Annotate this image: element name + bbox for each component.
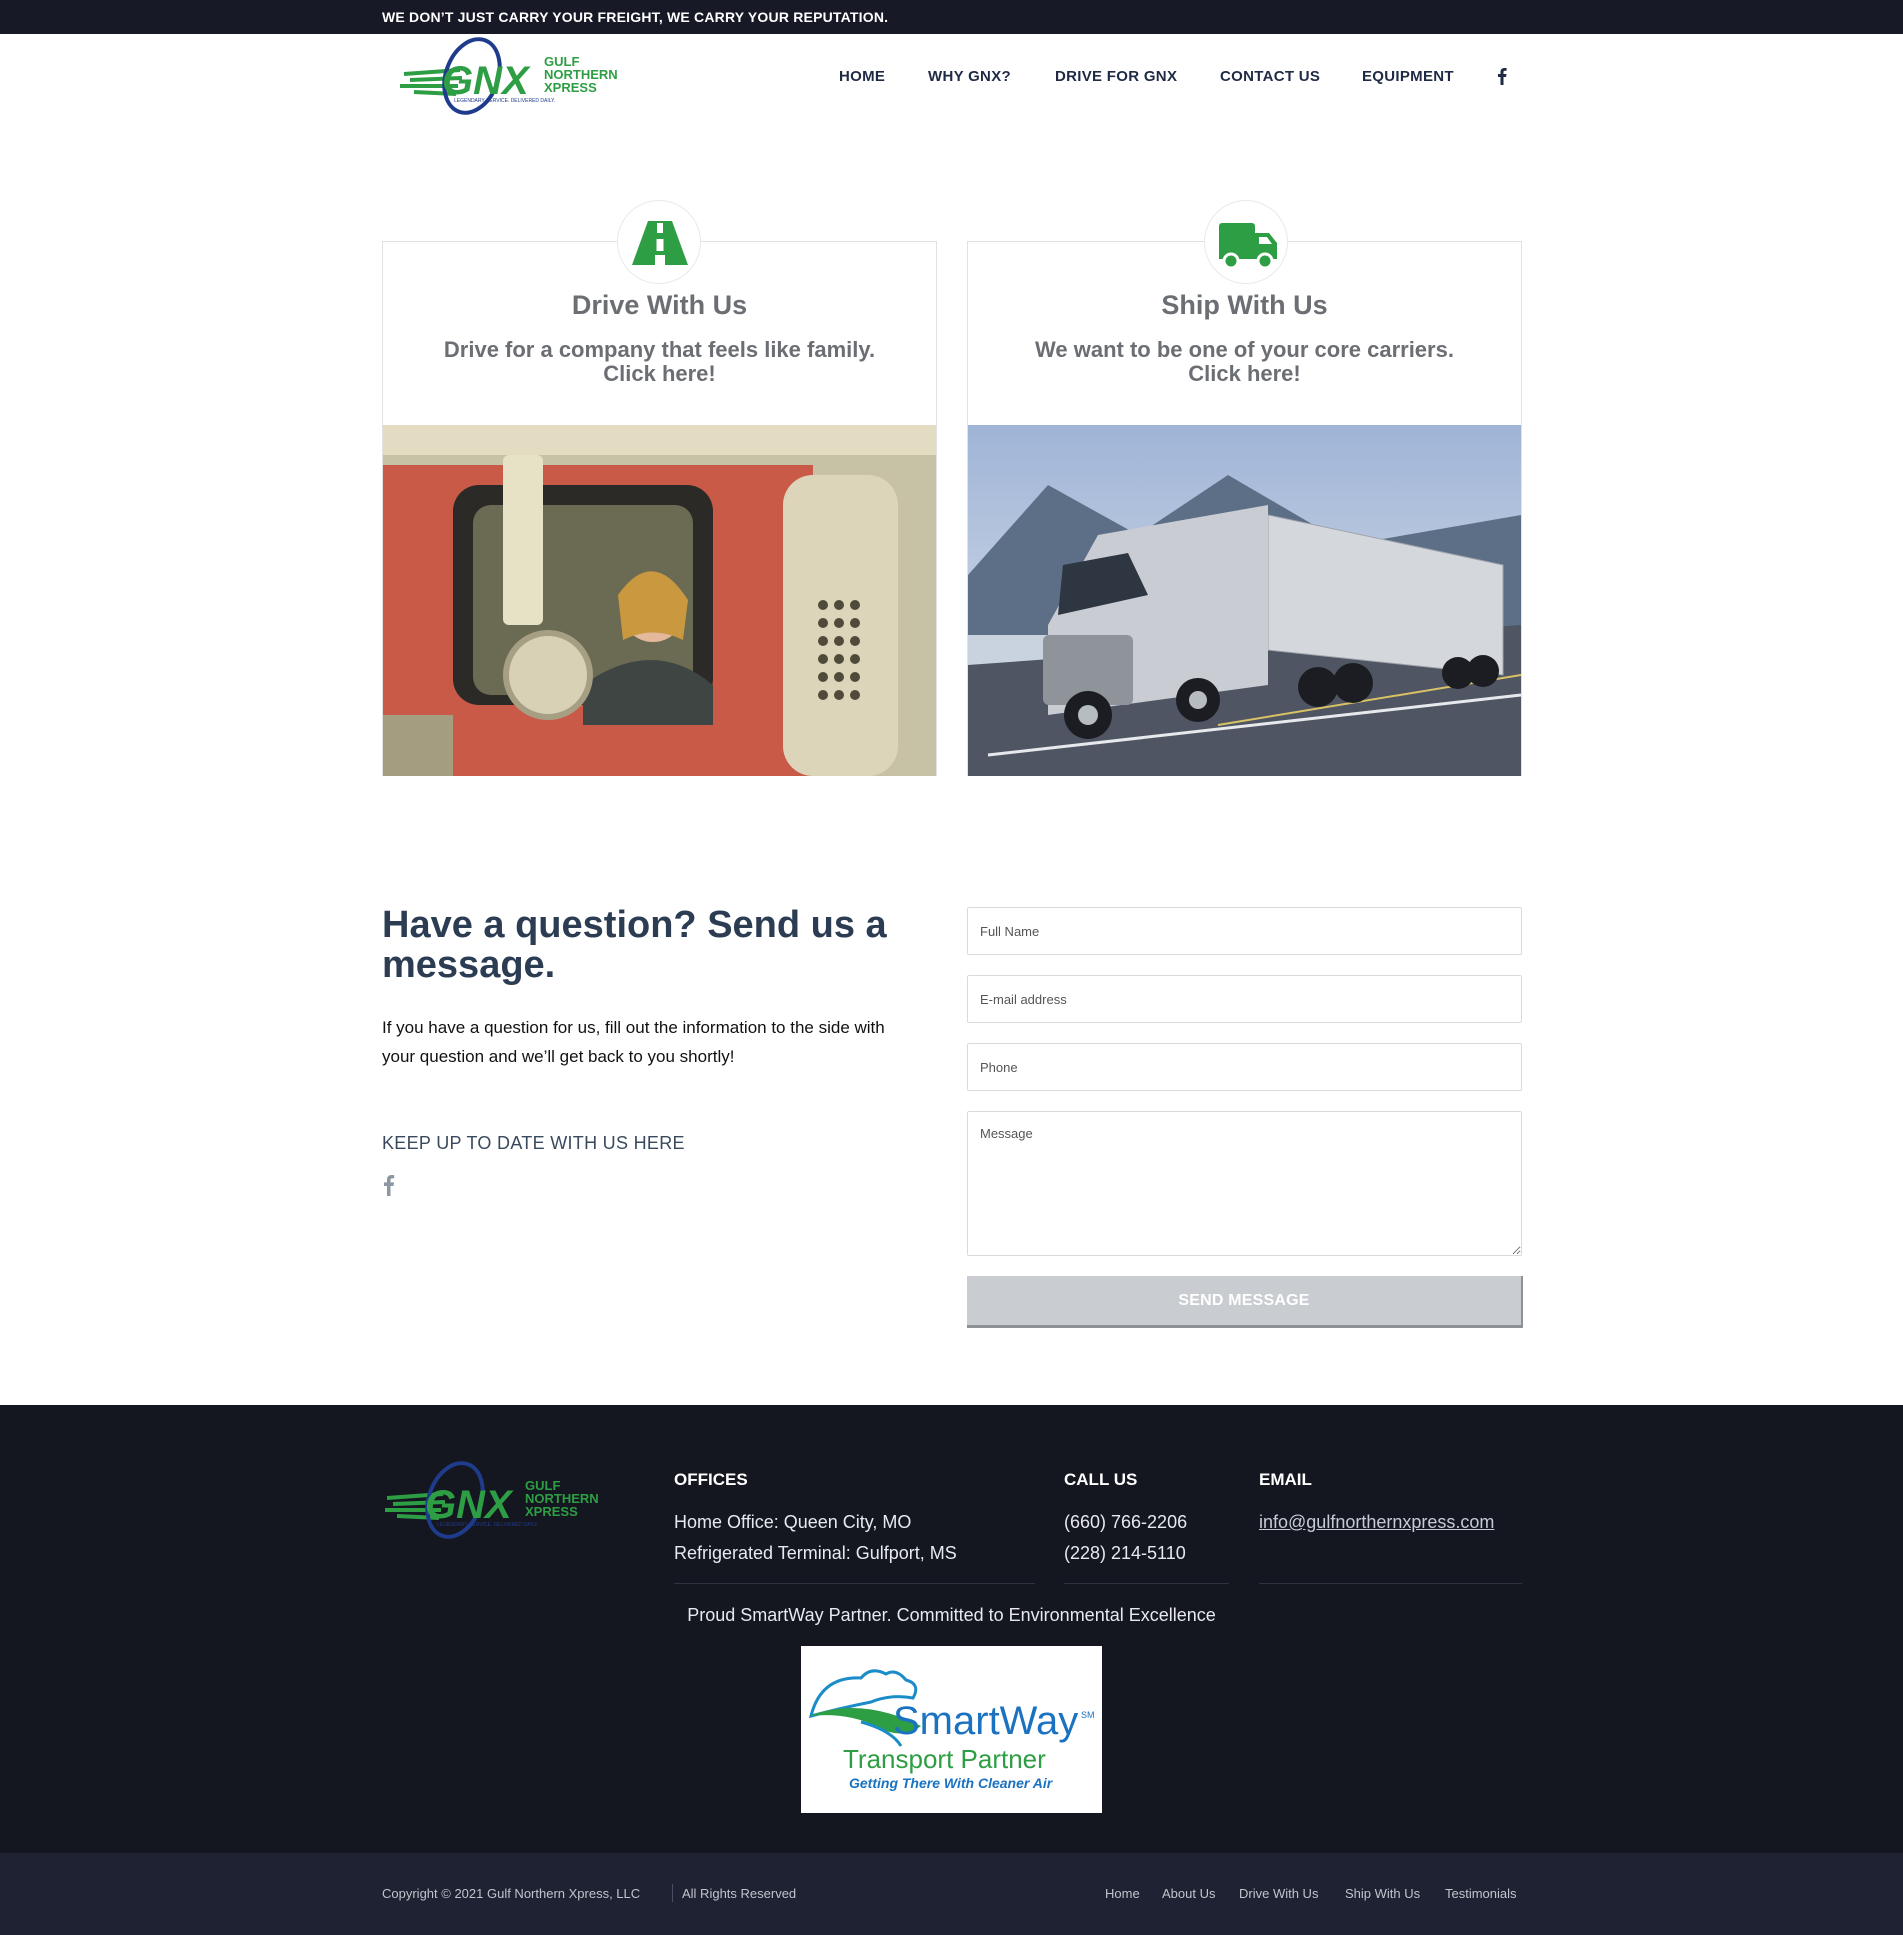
message-field[interactable]: [967, 1111, 1522, 1256]
home-office: Home Office: Queen City, MO: [674, 1512, 912, 1532]
bottom-bar: [0, 1853, 1903, 1935]
phone-field[interactable]: [967, 1043, 1522, 1091]
smartway-tagline: Getting There With Cleaner Air: [849, 1775, 1054, 1791]
contact-heading: Have a question? Send us a message.: [382, 904, 887, 986]
nav-home[interactable]: HOME: [839, 68, 885, 85]
site-logo[interactable]: GNX GULF NORTHERN XPRESS LEGENDARY SERVI…: [400, 36, 622, 116]
footer-link-ship-with-us[interactable]: Ship With Us: [1345, 1886, 1420, 1901]
rights-reserved: All Rights Reserved: [682, 1886, 797, 1901]
nav-equipment[interactable]: EQUIPMENT: [1362, 68, 1454, 85]
smartway-partner: Transport Partner: [843, 1744, 1046, 1774]
logo-gnx: GNX: [425, 1483, 514, 1527]
card-title: Ship With Us: [1161, 290, 1328, 320]
truck-icon: [1204, 200, 1288, 284]
facebook-icon[interactable]: [1496, 67, 1508, 85]
logo-tag: LEGENDARY SERVICE. DELIVERED DAILY.: [454, 98, 555, 104]
call-us-heading: CALL US: [1064, 1470, 1138, 1489]
card-subtitle-line1: Drive for a company that feels like fami…: [443, 337, 876, 362]
divider: [1064, 1583, 1229, 1584]
logo-gnx: GNX: [442, 59, 531, 103]
facebook-icon[interactable]: [382, 1174, 395, 1196]
road-icon: [617, 200, 701, 284]
driver-photo: [383, 425, 936, 776]
card-subtitle-line1: We want to be one of your core carriers.: [1035, 337, 1454, 362]
contact-description: If you have a question for us, fill out …: [382, 1018, 885, 1066]
phone-number-2[interactable]: (228) 214-5110: [1064, 1543, 1186, 1564]
smartway-note: Proud SmartWay Partner. Committed to Env…: [687, 1605, 1216, 1625]
logo-tag: LEGENDARY SERVICE. DELIVERED DAILY.: [437, 1522, 538, 1528]
send-message-button[interactable]: SEND MESSAGE: [967, 1276, 1523, 1328]
tagline: WE DON’T JUST CARRY YOUR FREIGHT, WE CAR…: [382, 9, 889, 25]
card-click-here[interactable]: Click here!: [1008, 362, 1481, 386]
full-name-field[interactable]: [967, 907, 1522, 955]
divider: [672, 1884, 673, 1902]
email-heading: EMAIL: [1259, 1470, 1312, 1489]
nav-drive-for-gnx[interactable]: DRIVE FOR GNX: [1055, 68, 1177, 85]
card-subtitle[interactable]: Drive for a company that feels like fami…: [423, 338, 896, 386]
top-bar: WE DON’T JUST CARRY YOUR FREIGHT, WE CAR…: [0, 0, 1903, 34]
divider: [1259, 1583, 1522, 1584]
nav-contact-us[interactable]: CONTACT US: [1220, 68, 1320, 85]
smartway-name: SmartWay: [893, 1699, 1078, 1743]
offices-heading: OFFICES: [674, 1470, 748, 1489]
smartway-logo[interactable]: SmartWay SM Transport Partner Getting Th…: [801, 1646, 1102, 1813]
drive-with-us-card[interactable]: Drive With Us Drive for a company that f…: [382, 241, 937, 776]
smartway-sm: SM: [1081, 1710, 1095, 1720]
footer-link-about-us[interactable]: About Us: [1162, 1886, 1215, 1901]
nav-why-gnx[interactable]: WHY GNX?: [928, 68, 1011, 85]
email-field[interactable]: [967, 975, 1522, 1023]
logo-line3: XPRESS: [544, 80, 597, 95]
footer-logo[interactable]: GNX GULF NORTHERN XPRESS LEGENDARY SERVI…: [385, 1460, 601, 1540]
card-click-here[interactable]: Click here!: [423, 362, 896, 386]
card-subtitle[interactable]: We want to be one of your core carriers.…: [1008, 338, 1481, 386]
footer-link-testimonials[interactable]: Testimonials: [1445, 1886, 1517, 1901]
footer-link-home[interactable]: Home: [1105, 1886, 1140, 1901]
email-link[interactable]: info@gulfnorthernxpress.com: [1259, 1512, 1494, 1533]
phone-number-1[interactable]: (660) 766-2206: [1064, 1512, 1187, 1533]
copyright: Copyright © 2021 Gulf Northern Xpress, L…: [382, 1886, 641, 1901]
logo-line3: XPRESS: [525, 1504, 578, 1519]
card-title: Drive With Us: [571, 290, 748, 320]
divider: [674, 1583, 1035, 1584]
ship-with-us-card[interactable]: Ship With Us We want to be one of your c…: [967, 241, 1522, 776]
refrigerated-terminal: Refrigerated Terminal: Gulfport, MS: [674, 1543, 957, 1563]
footer-link-drive-with-us[interactable]: Drive With Us: [1239, 1886, 1318, 1901]
social-heading: KEEP UP TO DATE WITH US HERE: [382, 1133, 685, 1153]
truck-photo: [968, 425, 1521, 776]
